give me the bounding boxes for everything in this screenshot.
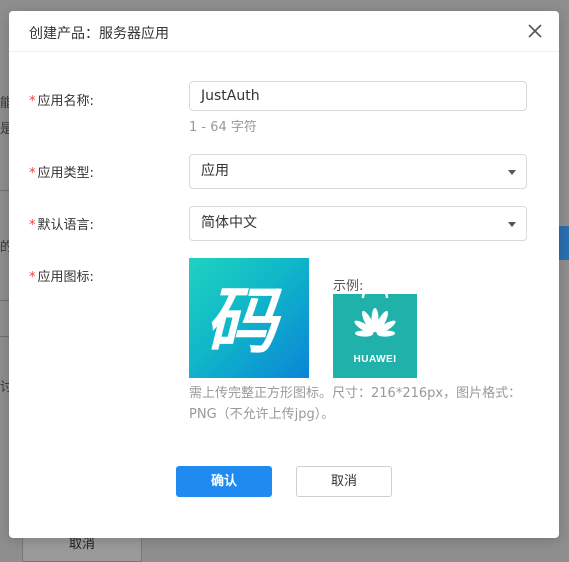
close-icon[interactable] [525,21,545,41]
app-name-value: JustAuth [201,88,260,104]
required-mark: * [29,94,36,109]
code-glyph-icon: 码 [201,279,294,364]
icon-requirement-hint: 需上传完整正方形图标。尺寸：216*216px，图片格式：PNG（不允许上传jp… [189,386,522,422]
app-name-label-text: 应用名称: [37,94,94,109]
required-mark: * [29,166,36,181]
dialog-title: 创建产品：服务器应用 [29,26,169,42]
cancel-button[interactable]: 取消 [296,466,392,497]
default-language-value: 简体中文 [201,215,257,231]
required-mark: * [29,270,36,285]
caret-down-icon [508,170,516,175]
app-type-select[interactable]: 应用 [189,154,527,189]
app-name-label: * 应用名称: [29,90,94,109]
huawei-example-image: HUAWEI [333,294,417,378]
app-name-hint: 1 - 64 字符 [189,120,257,135]
app-type-label: * 应用类型: [29,162,94,181]
required-mark: * [29,218,36,233]
bg-divider [0,190,9,191]
default-language-select[interactable]: 简体中文 [189,206,527,241]
huawei-brand-text: HUAWEI [354,354,397,365]
app-icon-glyph: 码 [201,279,294,364]
caret-down-icon [508,222,516,227]
app-name-input[interactable]: JustAuth [189,81,527,111]
app-icon-upload[interactable]: 码 [189,258,309,378]
bg-divider [0,300,9,301]
create-product-dialog: 创建产品：服务器应用 * 应用名称: JustAuth 1 - 64 字符 * 应用… [9,11,559,538]
default-language-label-text: 默认语言: [37,218,94,233]
app-icon-label: * 应用图标: [29,266,94,285]
app-icon-label-text: 应用图标: [37,270,94,285]
example-label: 示例: [333,279,364,294]
bg-divider [0,336,9,337]
app-type-label-text: 应用类型: [37,166,94,181]
app-type-value: 应用 [201,163,229,179]
bg-accent-block [558,226,569,260]
confirm-button[interactable]: 确认 [176,466,272,497]
dialog-header: 创建产品：服务器应用 [9,11,559,52]
huawei-logo-icon: HUAWEI [354,294,397,365]
default-language-label: * 默认语言: [29,214,94,233]
